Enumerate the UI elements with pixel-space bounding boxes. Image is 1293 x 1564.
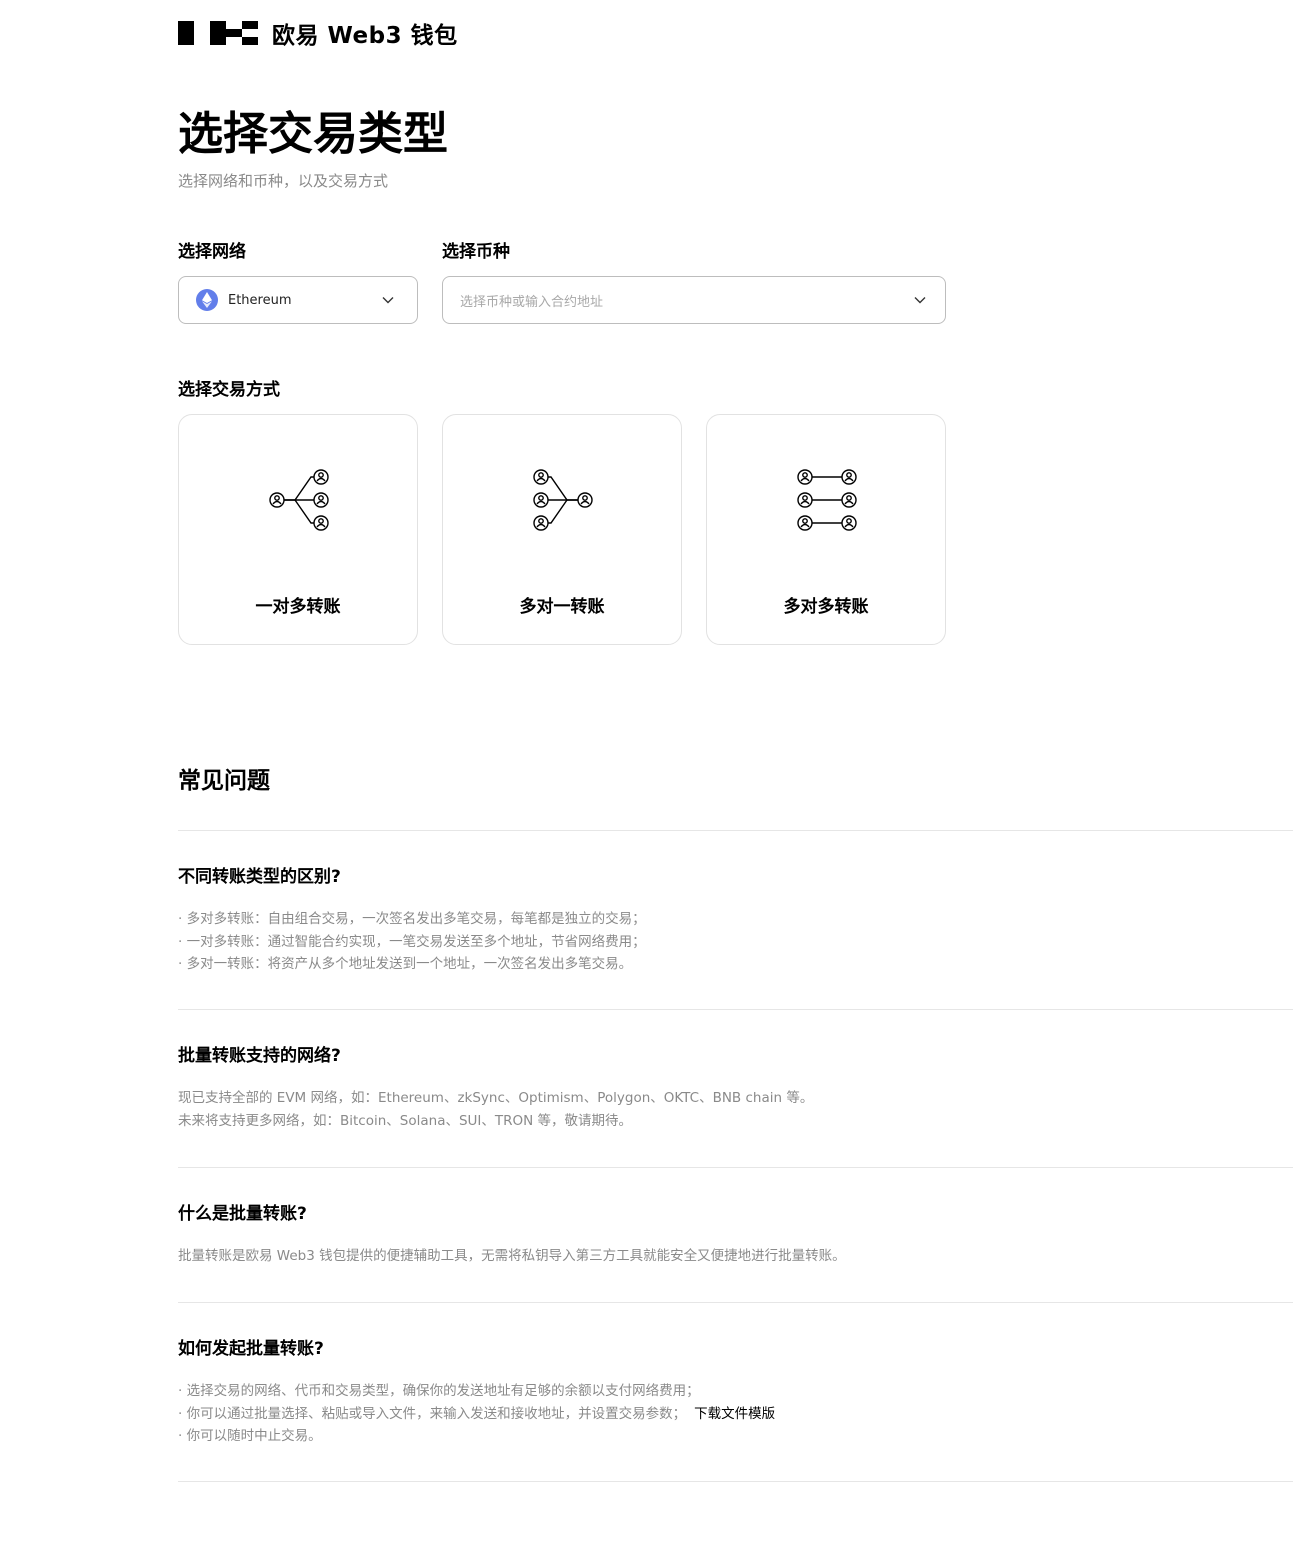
mode-card-many-to-many[interactable]: 多对多转账 [706, 414, 946, 645]
faq-divider [178, 1167, 1293, 1168]
faq-divider [178, 1481, 1293, 1482]
mode-card-one-to-many[interactable]: 一对多转账 [178, 414, 418, 645]
page-title: 选择交易类型 [178, 107, 449, 160]
chevron-down-icon [382, 297, 394, 304]
faq-question: 如何发起批量转账? [178, 1339, 324, 1359]
faq-answer-line: 批量转账是欧易 Web3 钱包提供的便捷辅助工具，无需将私钥导入第三方工具就能安… [178, 1248, 846, 1264]
mode-card-label: 多对多转账 [783, 597, 869, 617]
faq-answer: 现已支持全部的 EVM 网络，如：Ethereum、zkSync、Optimis… [178, 1087, 813, 1132]
mode-card-many-to-one[interactable]: 多对一转账 [442, 414, 682, 645]
token-select[interactable]: 选择币种或输入合约地址 [442, 276, 946, 324]
faq-divider [178, 1302, 1293, 1303]
faq-answer: 批量转账是欧易 Web3 钱包提供的便捷辅助工具，无需将私钥导入第三方工具就能安… [178, 1245, 846, 1268]
faq-answer: · 选择交易的网络、代币和交易类型，确保你的发送地址有足够的余额以支付网络费用；… [178, 1380, 775, 1448]
page-subtitle: 选择网络和币种，以及交易方式 [178, 172, 389, 190]
mode-label: 选择交易方式 [178, 380, 280, 400]
faq-divider [178, 830, 1293, 831]
mode-card-label: 多对一转账 [519, 597, 605, 617]
token-placeholder: 选择币种或输入合约地址 [460, 294, 604, 310]
ethereum-icon [196, 289, 218, 311]
header: 欧易 Web3 钱包 [178, 18, 458, 49]
network-label: 选择网络 [178, 242, 246, 262]
faq-answer-line: 现已支持全部的 EVM 网络，如：Ethereum、zkSync、Optimis… [178, 1090, 814, 1106]
mode-card-label: 一对多转账 [255, 597, 341, 617]
brand-name: 欧易 Web3 钱包 [272, 23, 458, 49]
faq-question: 不同转账类型的区别? [178, 867, 341, 887]
faq-question: 批量转账支持的网络? [178, 1046, 341, 1066]
faq-answer-line: · 多对多转账：自由组合交易，一次签名发出多笔交易，每笔都是独立的交易； [178, 911, 646, 927]
token-label: 选择币种 [442, 242, 510, 262]
many-to-one-icon [533, 469, 593, 531]
chevron-down-icon [914, 297, 926, 304]
faq-answer: · 多对多转账：自由组合交易，一次签名发出多笔交易，每笔都是独立的交易； · 一… [178, 908, 646, 976]
faq-title: 常见问题 [178, 768, 270, 794]
many-to-many-icon [797, 469, 857, 531]
faq-divider [178, 1009, 1293, 1010]
faq-answer-line: 未来将支持更多网络，如：Bitcoin、Solana、SUI、TRON 等，敬请… [178, 1112, 633, 1129]
download-template-link[interactable]: 下载文件模版 [694, 1406, 775, 1422]
faq-answer-line: · 你可以随时中止交易。 [178, 1428, 322, 1444]
one-to-many-icon [269, 469, 329, 531]
faq-answer-line: · 选择交易的网络、代币和交易类型，确保你的发送地址有足够的余额以支付网络费用； [178, 1383, 700, 1399]
network-value: Ethereum [228, 292, 292, 308]
faq-answer-text: · 你可以通过批量选择、粘贴或导入文件，来输入发送和接收地址，并设置交易参数； [178, 1405, 687, 1422]
faq-answer-line: · 多对一转账：将资产从多个地址发送到一个地址，一次签名发出多笔交易。 [178, 956, 633, 972]
okx-logo[interactable] [178, 21, 258, 45]
network-select[interactable]: Ethereum [178, 276, 418, 324]
faq-question: 什么是批量转账? [178, 1204, 307, 1224]
faq-answer-line: · 你可以通过批量选择、粘贴或导入文件，来输入发送和接收地址，并设置交易参数； 下… [178, 1403, 775, 1426]
faq-answer-line: · 一对多转账：通过智能合约实现，一笔交易发送至多个地址，节省网络费用； [178, 933, 646, 950]
